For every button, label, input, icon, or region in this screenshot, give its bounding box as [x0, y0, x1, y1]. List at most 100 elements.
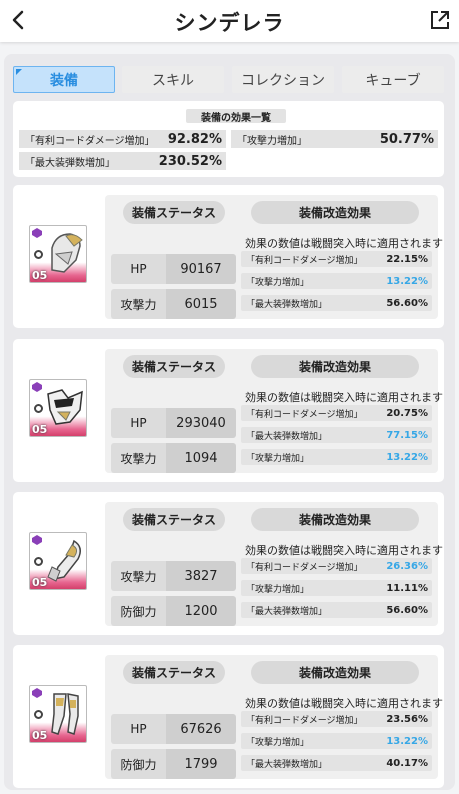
mod-effect-heading: 装備改造効果: [251, 661, 419, 684]
equipment-thumbnail[interactable]: 05: [29, 379, 87, 437]
equipment-card: 05 装備ステータス 装備改造効果 HP 90167 攻撃力 6015 効果の数…: [13, 185, 444, 328]
effect-value: 22.15%: [386, 253, 428, 265]
effect-row: 「攻撃力増加」 11.11%: [241, 580, 432, 596]
effect-label: 「最大装弾数増加」: [246, 759, 328, 770]
stat-label: 攻撃力: [111, 561, 166, 591]
mod-effect-heading: 装備改造効果: [251, 355, 419, 378]
equipment-arm-art: [47, 539, 81, 582]
effect-value: 56.60%: [386, 604, 428, 616]
equipment-detail: 装備ステータス 装備改造効果 HP 67626 防御力 1799 効果の数値は戦…: [105, 655, 443, 779]
effect-label: 「有利コードダメージ増加」: [246, 255, 363, 266]
effect-row: 「最大装弾数増加」 56.60%: [241, 295, 432, 311]
rarity-icon: [32, 535, 42, 545]
effect-label: 「有利コードダメージ増加」: [246, 409, 363, 420]
effect-note: 効果の数値は戦闘突入時に適用されます: [245, 391, 443, 404]
summary-row: 「最大装弾数増加」 230.52%: [19, 152, 226, 170]
effect-value: 13.22%: [386, 275, 428, 287]
stat-value: 1799: [166, 749, 236, 779]
equipment-level: 05: [32, 729, 48, 742]
effect-value: 40.17%: [386, 757, 428, 769]
stat-value: 6015: [166, 289, 236, 319]
effect-value: 11.11%: [386, 582, 428, 594]
equipment-thumbnail[interactable]: 05: [29, 225, 87, 283]
effect-label: 「有利コードダメージ増加」: [246, 562, 363, 573]
effect-row: 「有利コードダメージ増加」 26.36%: [241, 558, 432, 574]
effect-note: 効果の数値は戦闘突入時に適用されます: [245, 544, 443, 557]
external-link-button[interactable]: [427, 7, 453, 33]
stat-row: 攻撃力 6015: [111, 289, 236, 319]
effect-row: 「最大装弾数増加」 40.17%: [241, 755, 432, 771]
equipment-card: 05 装備ステータス 装備改造効果 攻撃力 3827 防御力 1200 効果の数…: [13, 492, 444, 635]
summary-label: 「攻撃力増加」: [237, 135, 307, 147]
stat-label: HP: [111, 254, 166, 284]
effect-label: 「攻撃力増加」: [246, 453, 310, 464]
status-heading: 装備ステータス: [123, 201, 225, 224]
stat-value: 293040: [166, 408, 236, 438]
equipment-thumbnail[interactable]: 05: [29, 532, 87, 590]
effect-row: 「最大装弾数増加」 56.60%: [241, 602, 432, 618]
equipment-detail: 装備ステータス 装備改造効果 HP 293040 攻撃力 1094 効果の数値は…: [105, 349, 443, 473]
effect-row: 「有利コードダメージ増加」 22.15%: [241, 251, 432, 267]
gear-slot-icon: [34, 404, 43, 413]
tab-collection[interactable]: コレクション: [232, 66, 334, 93]
stat-label: HP: [111, 408, 166, 438]
effect-label: 「攻撃力増加」: [246, 584, 310, 595]
effect-note: 効果の数値は戦闘突入時に適用されます: [245, 697, 443, 710]
gear-slot-icon: [34, 557, 43, 566]
effect-value: 56.60%: [386, 297, 428, 309]
summary-label: 「有利コードダメージ増加」: [25, 135, 155, 147]
stat-row: HP 90167: [111, 254, 236, 284]
equipment-card: 05 装備ステータス 装備改造効果 HP 293040 攻撃力 1094 効果の…: [13, 339, 444, 482]
stat-row: 防御力 1200: [111, 596, 236, 626]
tab-equipment[interactable]: 装備: [13, 66, 115, 93]
summary-value: 92.82%: [167, 131, 222, 147]
rarity-icon: [32, 228, 42, 238]
stat-label: 攻撃力: [111, 289, 166, 319]
effect-row: 「最大装弾数増加」 77.15%: [241, 427, 432, 443]
external-link-icon: [431, 11, 449, 29]
stat-value: 3827: [166, 561, 236, 591]
effect-label: 「有利コードダメージ増加」: [246, 715, 363, 726]
app-header: シンデレラ: [0, 0, 459, 42]
status-heading: 装備ステータス: [123, 661, 225, 684]
effect-label: 「最大装弾数増加」: [246, 606, 328, 617]
stat-value: 67626: [166, 714, 236, 744]
stat-label: 防御力: [111, 596, 166, 626]
stat-row: HP 293040: [111, 408, 236, 438]
equipment-level: 05: [32, 576, 48, 589]
equipment-thumbnail[interactable]: 05: [29, 685, 87, 743]
effect-label: 「攻撃力増加」: [246, 737, 310, 748]
stat-label: 攻撃力: [111, 443, 166, 473]
stat-row: 防御力 1799: [111, 749, 236, 779]
effect-row: 「有利コードダメージ増加」 23.56%: [241, 711, 432, 727]
summary-row: 「有利コードダメージ増加」 92.82%: [19, 130, 226, 148]
effect-row: 「攻撃力増加」 13.22%: [241, 273, 432, 289]
stat-value: 1094: [166, 443, 236, 473]
effect-label: 「攻撃力増加」: [246, 277, 310, 288]
stat-label: HP: [111, 714, 166, 744]
stat-row: HP 67626: [111, 714, 236, 744]
page-title: シンデレラ: [174, 11, 285, 35]
rarity-icon: [32, 382, 42, 392]
summary-value: 230.52%: [158, 153, 222, 169]
gear-slot-icon: [34, 250, 43, 259]
status-heading: 装備ステータス: [123, 508, 225, 531]
effect-value: 20.75%: [386, 407, 428, 419]
tab-skill[interactable]: スキル: [122, 66, 224, 93]
summary-label: 「最大装弾数増加」: [25, 157, 115, 169]
status-heading: 装備ステータス: [123, 355, 225, 378]
effect-label: 「最大装弾数増加」: [246, 431, 328, 442]
equipment-armor-art: [47, 389, 83, 425]
stat-value: 1200: [166, 596, 236, 626]
effect-row: 「有利コードダメージ増加」 20.75%: [241, 405, 432, 421]
stat-row: 攻撃力 1094: [111, 443, 236, 473]
stat-row: 攻撃力 3827: [111, 561, 236, 591]
equipment-effect-summary: 装備の効果一覧 「有利コードダメージ増加」 92.82% 「攻撃力増加」 50.…: [13, 101, 444, 177]
summary-row: 「攻撃力増加」 50.77%: [231, 130, 438, 148]
summary-value: 50.77%: [379, 131, 434, 147]
equipment-helmet-art: [51, 233, 83, 273]
stat-label: 防御力: [111, 749, 166, 779]
effect-label: 「最大装弾数増加」: [246, 299, 328, 310]
tab-cube[interactable]: キューブ: [342, 66, 444, 93]
effect-value: 26.36%: [386, 560, 428, 572]
